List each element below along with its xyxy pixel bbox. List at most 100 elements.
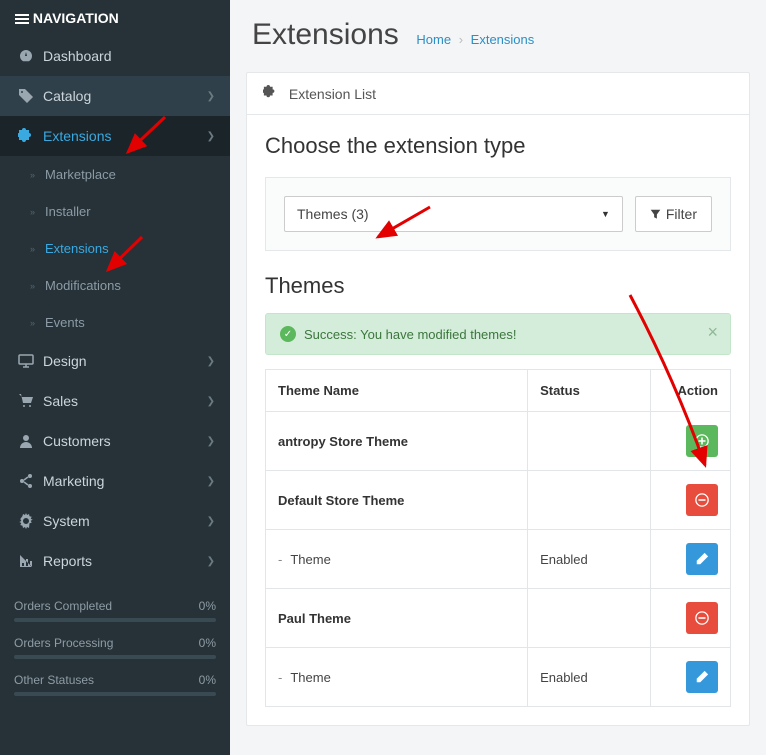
edit-button[interactable]: [686, 543, 718, 575]
uninstall-button[interactable]: [686, 602, 718, 634]
panel-heading: Extension List: [247, 73, 749, 115]
sidebar-subitem-events[interactable]: » Events: [0, 304, 230, 341]
table-row: antropy Store Theme: [266, 412, 731, 471]
sidebar-subitem-label: Modifications: [45, 278, 121, 293]
stat-label: Orders Processing: [14, 636, 113, 650]
theme-name-text: antropy Store Theme: [278, 434, 408, 449]
progress-bar: [14, 692, 216, 696]
cell-action: [651, 589, 731, 648]
filter-box: Themes (3) ▼ Filter: [265, 177, 731, 251]
success-alert: ✓ Success: You have modified themes! ×: [265, 313, 731, 355]
cell-theme-name: antropy Store Theme: [266, 412, 528, 471]
extension-type-select[interactable]: Themes (3) ▼: [284, 196, 623, 232]
theme-name-text: Theme: [290, 552, 330, 567]
sidebar-item-design[interactable]: Design ❯: [0, 341, 230, 381]
minus-circle-icon: [695, 611, 709, 625]
stat-other-statuses: Other Statuses 0%: [14, 673, 216, 696]
sidebar-subitem-label: Marketplace: [45, 167, 116, 182]
chevron-right-icon: ❯: [207, 476, 215, 487]
filter-button[interactable]: Filter: [635, 196, 712, 232]
plus-circle-icon: [695, 434, 709, 448]
theme-name-text: Paul Theme: [278, 611, 351, 626]
desktop-icon: [15, 353, 37, 369]
check-icon: ✓: [280, 326, 296, 342]
sidebar-item-label: System: [43, 513, 207, 529]
sidebar-item-label: Marketing: [43, 473, 207, 489]
hamburger-icon[interactable]: [15, 12, 29, 26]
indent-marker: -: [278, 670, 282, 685]
sidebar-item-label: Customers: [43, 433, 207, 449]
pencil-icon: [695, 670, 709, 684]
chevron-double-icon: »: [30, 281, 35, 291]
sidebar-subitem-marketplace[interactable]: » Marketplace: [0, 156, 230, 193]
filter-icon: [650, 209, 661, 220]
sidebar-stats: Orders Completed 0% Orders Processing 0%…: [14, 599, 216, 696]
sidebar-item-sales[interactable]: Sales ❯: [0, 381, 230, 421]
chevron-right-icon: ❯: [207, 396, 215, 407]
sidebar-item-customers[interactable]: Customers ❯: [0, 421, 230, 461]
cell-theme-name: Paul Theme: [266, 589, 528, 648]
panel: Extension List Choose the extension type…: [246, 72, 750, 726]
stat-orders-processing: Orders Processing 0%: [14, 636, 216, 659]
breadcrumb-home[interactable]: Home: [416, 32, 451, 47]
theme-name-text: Default Store Theme: [278, 493, 404, 508]
sidebar-item-system[interactable]: System ❯: [0, 501, 230, 541]
sidebar-item-marketing[interactable]: Marketing ❯: [0, 461, 230, 501]
install-button[interactable]: [686, 425, 718, 457]
edit-button[interactable]: [686, 661, 718, 693]
sidebar-item-dashboard[interactable]: Dashboard: [0, 36, 230, 76]
tags-icon: [15, 88, 37, 104]
cell-status: Enabled: [528, 648, 651, 707]
cell-action: [651, 530, 731, 589]
chevron-right-icon: ❯: [207, 91, 215, 102]
dashboard-icon: [15, 48, 37, 64]
bar-chart-icon: [15, 553, 37, 569]
indent-marker: -: [278, 552, 282, 567]
select-value: Themes (3): [297, 206, 369, 222]
sidebar-item-label: Extensions: [43, 128, 207, 144]
page-header: Extensions Home › Extensions: [230, 0, 766, 72]
progress-bar: [14, 618, 216, 622]
sidebar: NAVIGATION Dashboard Catalog ❯ Extension…: [0, 0, 230, 755]
choose-title: Choose the extension type: [265, 133, 731, 159]
chevron-double-icon: »: [30, 170, 35, 180]
sidebar-subitem-extensions[interactable]: » Extensions: [0, 230, 230, 267]
sidebar-item-label: Sales: [43, 393, 207, 409]
chevron-right-icon: ❯: [207, 516, 215, 527]
chevron-double-icon: »: [30, 244, 35, 254]
table-row: Paul Theme: [266, 589, 731, 648]
close-icon[interactable]: ×: [707, 322, 718, 343]
table-row: Default Store Theme: [266, 471, 731, 530]
alert-text: Success: You have modified themes!: [304, 327, 516, 342]
share-icon: [15, 473, 37, 489]
sidebar-item-extensions[interactable]: Extensions ❯: [0, 116, 230, 156]
sidebar-item-label: Dashboard: [43, 48, 215, 64]
cell-theme-name: -Theme: [266, 530, 528, 589]
cell-theme-name: Default Store Theme: [266, 471, 528, 530]
page-title: Extensions: [252, 18, 399, 52]
cell-action: [651, 648, 731, 707]
filter-button-label: Filter: [666, 206, 697, 222]
sidebar-item-catalog[interactable]: Catalog ❯: [0, 76, 230, 116]
sidebar-subitem-modifications[interactable]: » Modifications: [0, 267, 230, 304]
panel-body: Choose the extension type Themes (3) ▼ F…: [247, 115, 749, 725]
col-theme-name: Theme Name: [266, 370, 528, 412]
table-row: -ThemeEnabled: [266, 648, 731, 707]
breadcrumb: Home › Extensions: [416, 32, 534, 47]
table-row: -ThemeEnabled: [266, 530, 731, 589]
progress-bar: [14, 655, 216, 659]
nav-header-label: NAVIGATION: [33, 10, 119, 26]
sidebar-subitem-label: Extensions: [45, 241, 109, 256]
sidebar-subitem-installer[interactable]: » Installer: [0, 193, 230, 230]
uninstall-button[interactable]: [686, 484, 718, 516]
breadcrumb-current[interactable]: Extensions: [471, 32, 535, 47]
cart-icon: [15, 393, 37, 409]
cell-action: [651, 471, 731, 530]
pencil-icon: [695, 552, 709, 566]
sidebar-item-reports[interactable]: Reports ❯: [0, 541, 230, 581]
col-action: Action: [651, 370, 731, 412]
cell-status: [528, 412, 651, 471]
sidebar-subitem-label: Events: [45, 315, 85, 330]
stat-label: Orders Completed: [14, 599, 112, 613]
gear-icon: [15, 513, 37, 529]
